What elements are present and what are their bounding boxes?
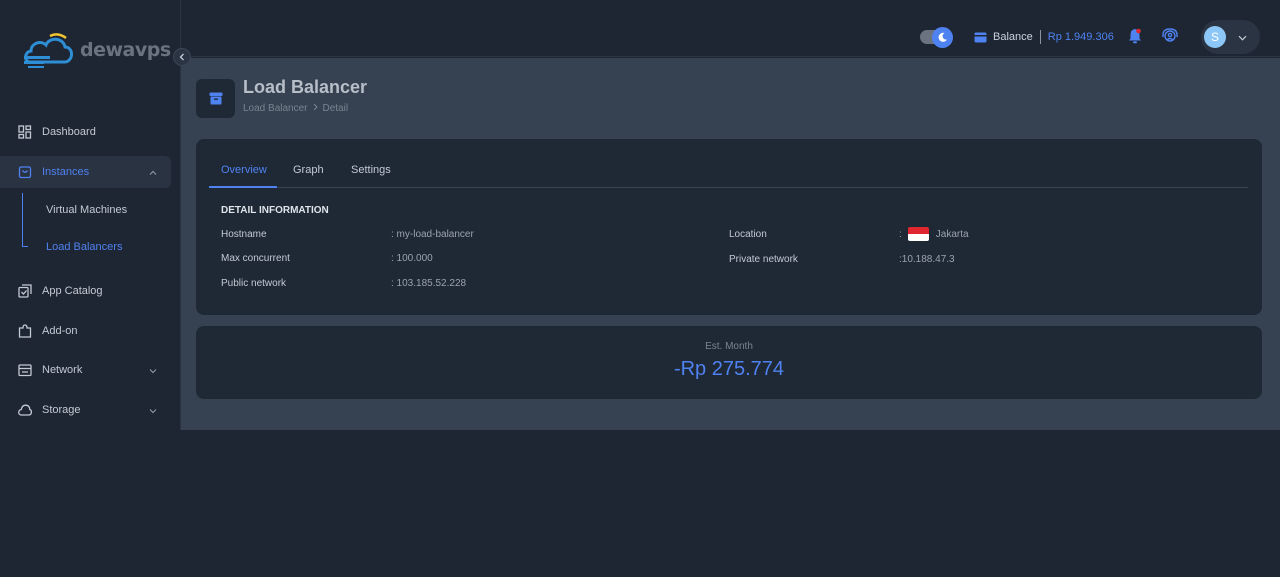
balance-label: Balance bbox=[993, 31, 1033, 43]
sidebar-item-add-on[interactable]: Add-on bbox=[0, 315, 181, 347]
bell-icon bbox=[1129, 28, 1141, 44]
breadcrumb-item-detail: Detail bbox=[322, 103, 349, 114]
sidebar-item-label: Dashboard bbox=[42, 126, 96, 138]
sidebar-nav: Dashboard Instances Virtual Machines Loa… bbox=[0, 116, 181, 433]
public-network-value: : 103.185.52.228 bbox=[391, 278, 467, 289]
sidebar-item-label: Storage bbox=[42, 403, 81, 416]
chevron-up-icon bbox=[149, 167, 157, 179]
cloud-logo-icon bbox=[24, 33, 74, 68]
sidebar-item-dashboard[interactable]: Dashboard bbox=[0, 116, 181, 148]
moon-icon bbox=[938, 32, 947, 42]
theme-toggle[interactable] bbox=[920, 27, 954, 48]
dashboard-icon bbox=[18, 125, 32, 139]
sidebar-subitem-virtual-machines[interactable]: Virtual Machines bbox=[46, 204, 127, 216]
tab-graph[interactable]: Graph bbox=[293, 164, 324, 176]
instances-submenu: Virtual Machines Load Balancers bbox=[0, 193, 181, 269]
sidebar-item-label: Network bbox=[42, 364, 83, 376]
cost-card: Est. Month -Rp 275.774 bbox=[196, 326, 1262, 399]
chevron-down-icon bbox=[1238, 28, 1247, 46]
detail-card: Overview Graph Settings DETAIL INFORMATI… bbox=[196, 139, 1262, 315]
sidebar-item-network[interactable]: Network bbox=[0, 354, 181, 386]
top-bar: Balance Rp 1.949.306 S bbox=[181, 0, 1280, 57]
user-menu[interactable]: S bbox=[1201, 20, 1260, 54]
sidebar-item-label: Instances bbox=[42, 165, 90, 178]
breadcrumb: Load Balancer Detail bbox=[243, 103, 348, 114]
chevron-left-icon bbox=[179, 53, 184, 61]
sidebar-item-label: App Catalog bbox=[42, 285, 103, 297]
support-icon bbox=[1162, 28, 1178, 42]
cloud-icon bbox=[18, 403, 32, 417]
max-concurrent-value: : 100.000 bbox=[391, 253, 433, 264]
hostname-label: Hostname bbox=[221, 229, 267, 240]
max-concurrent-label: Max concurrent bbox=[221, 253, 290, 264]
wallet-icon bbox=[974, 32, 987, 42]
balance-value: Rp 1.949.306 bbox=[1047, 31, 1114, 43]
chevron-down-icon bbox=[149, 405, 157, 417]
balance-display[interactable]: Balance Rp 1.949.306 bbox=[974, 30, 1114, 44]
sidebar: dewavps Dashboard Instances Virtual Mach… bbox=[0, 0, 181, 430]
chevron-down-icon bbox=[149, 365, 157, 377]
balance-separator bbox=[1039, 30, 1041, 44]
public-network-label: Public network bbox=[221, 278, 287, 289]
location-label: Location bbox=[729, 229, 767, 240]
hostname-value: : my-load-balancer bbox=[391, 229, 474, 240]
network-icon bbox=[18, 363, 32, 377]
sidebar-item-instances[interactable]: Instances bbox=[0, 155, 171, 188]
main-content: Load Balancer Load Balancer Detail Overv… bbox=[181, 58, 1280, 430]
submenu-tree-line bbox=[22, 193, 23, 247]
location-city: Jakarta bbox=[935, 228, 969, 240]
tab-active-indicator bbox=[209, 186, 277, 188]
sidebar-item-label: Add-on bbox=[42, 324, 78, 337]
sidebar-collapse-button[interactable] bbox=[173, 48, 191, 66]
location-prefix: : bbox=[899, 228, 902, 240]
app-catalog-icon bbox=[18, 284, 32, 298]
brand-name: dewavps bbox=[80, 39, 171, 61]
instances-icon bbox=[18, 165, 32, 179]
section-title: DETAIL INFORMATION bbox=[221, 205, 329, 216]
sidebar-subitem-load-balancers[interactable]: Load Balancers bbox=[46, 241, 122, 253]
sidebar-item-app-catalog[interactable]: App Catalog bbox=[0, 275, 181, 307]
notifications-button[interactable] bbox=[1128, 28, 1142, 49]
location-value: : Jakarta bbox=[899, 227, 969, 241]
breadcrumb-item-load-balancer[interactable]: Load Balancer bbox=[243, 103, 308, 114]
support-button[interactable] bbox=[1161, 28, 1179, 49]
est-month-label: Est. Month bbox=[705, 341, 753, 352]
tab-bar: Overview Graph Settings bbox=[209, 157, 1248, 188]
sidebar-item-storage[interactable]: Storage bbox=[0, 394, 181, 426]
private-network-label: Private network bbox=[729, 254, 798, 265]
brand-logo[interactable]: dewavps bbox=[22, 30, 171, 70]
submenu-tree-line-end bbox=[22, 246, 28, 247]
tab-settings[interactable]: Settings bbox=[351, 164, 391, 176]
toggle-knob bbox=[932, 27, 953, 48]
puzzle-icon bbox=[18, 323, 32, 338]
page-title: Load Balancer bbox=[243, 77, 368, 97]
private-network-value: :10.188.47.3 bbox=[899, 254, 955, 265]
est-month-value: -Rp 275.774 bbox=[673, 358, 785, 380]
tab-overview[interactable]: Overview bbox=[221, 164, 267, 176]
breadcrumb-separator-icon bbox=[313, 103, 318, 114]
indonesia-flag-icon bbox=[907, 227, 929, 241]
page-icon bbox=[196, 79, 235, 118]
avatar: S bbox=[1204, 26, 1226, 48]
archive-box-icon bbox=[209, 92, 222, 105]
